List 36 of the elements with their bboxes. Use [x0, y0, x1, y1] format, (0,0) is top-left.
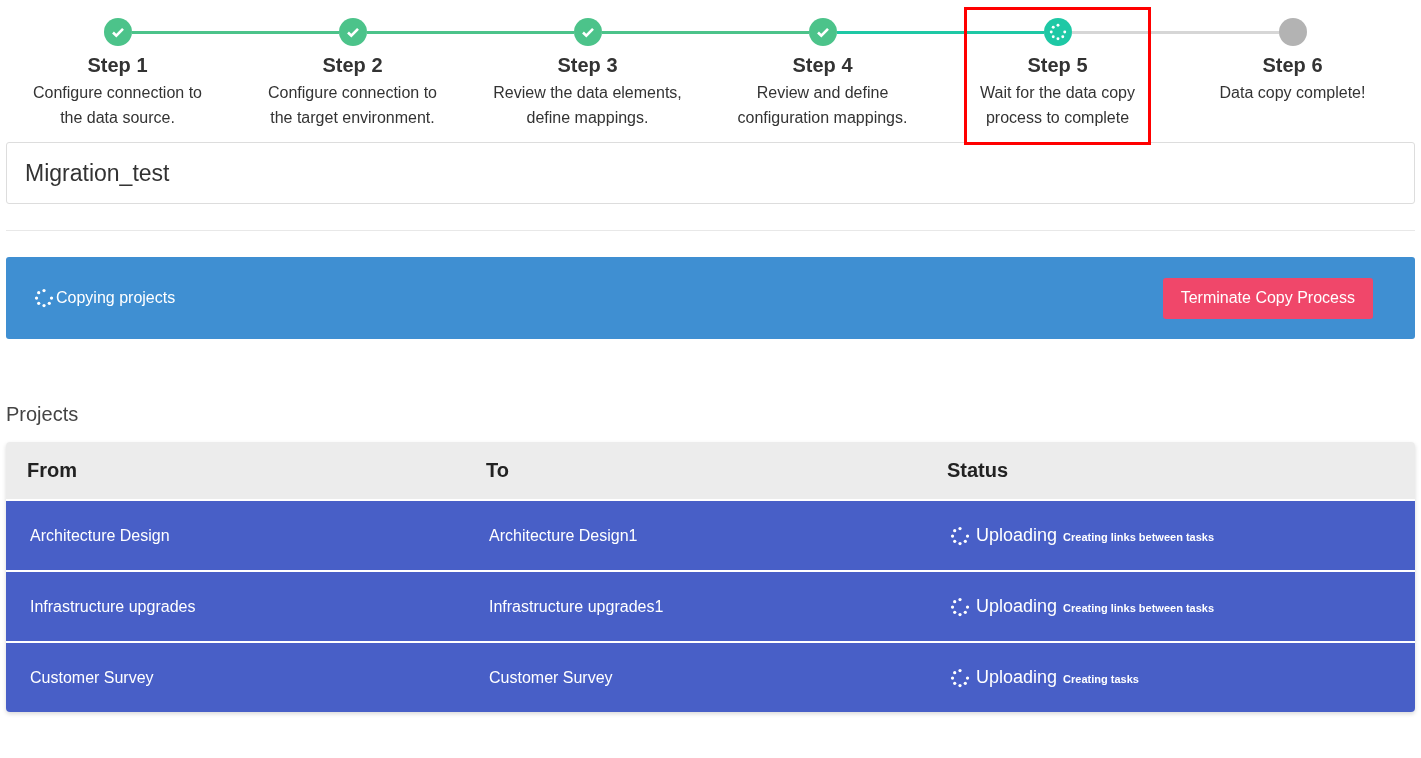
- table-cell-text: Customer Survey: [30, 668, 155, 687]
- status-detail: Creating links between tasks: [1063, 602, 1215, 614]
- step-title: Step 4: [792, 54, 853, 77]
- status-detail: Creating links between tasks: [1063, 531, 1215, 543]
- spinner-icon: [950, 525, 970, 546]
- section-title: Projects: [6, 403, 80, 426]
- table-cell-text: Infrastructure upgrades: [30, 597, 197, 616]
- step-title: Step 1: [87, 54, 148, 77]
- step-description: Review the data elements, define mappings.: [492, 83, 683, 128]
- table-cell-text: Infrastructure upgrades1: [489, 597, 665, 616]
- status-text: Uploading: [976, 596, 1058, 617]
- spinner-icon: [1048, 23, 1067, 41]
- column-header: To: [486, 459, 510, 482]
- step-title: Step 3: [557, 54, 618, 77]
- step-title: Step 6: [1262, 54, 1323, 77]
- status-text: Uploading: [976, 525, 1058, 546]
- step-title: Step 5: [1027, 54, 1088, 77]
- step-description: Configure connection to the target environment.: [267, 83, 438, 128]
- spinner-icon: [950, 596, 970, 617]
- step-description: Review and define configuration mappings.: [736, 83, 909, 128]
- table-cell-text: Architecture Design1: [489, 526, 639, 545]
- terminate-button[interactable]: Terminate Copy Process: [1162, 277, 1373, 319]
- table-cell-text: Customer Survey: [489, 668, 614, 687]
- column-header: From: [27, 459, 78, 482]
- spinner-icon: [34, 288, 54, 308]
- step-description: Configure connection to the data source.: [32, 83, 203, 128]
- status-text: Uploading: [976, 667, 1058, 688]
- banner-message: Copying projects: [56, 289, 176, 307]
- table-cell-text: Architecture Design: [30, 526, 171, 545]
- step-title: Step 2: [322, 54, 383, 77]
- spinner-icon: [950, 667, 970, 688]
- step-description: Data copy complete!: [1219, 83, 1366, 103]
- step-description: Wait for the data copy process to complete: [978, 83, 1136, 128]
- column-header: Status: [947, 459, 1010, 482]
- name-field[interactable]: Migration_test: [6, 142, 1415, 204]
- status-detail: Creating tasks: [1063, 673, 1139, 685]
